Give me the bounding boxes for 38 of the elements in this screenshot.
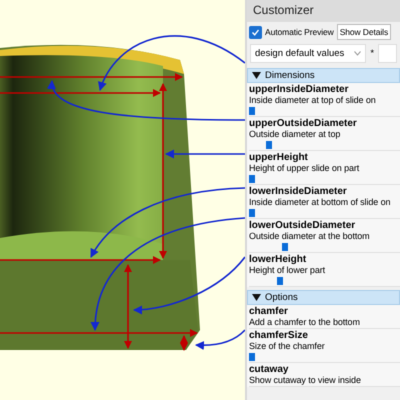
parameter-description: Inside diameter at bottom of slide on [249,197,392,208]
parameter-name: chamferSize [249,330,309,341]
parameter-description: Height of lower part [249,265,326,276]
slider-thumb[interactable] [249,107,255,115]
detail-dropdown[interactable]: Show Details [336,24,392,40]
slider-thumb[interactable] [276,277,283,285]
parameter-name: lowerHeight [249,254,308,265]
group-header[interactable]: Dimensions [247,68,400,83]
slider-thumb[interactable] [249,175,255,183]
parameter-description: Size of the chamfer [249,341,326,352]
parameter-name: lowerInsideDiameter [249,186,348,197]
parameter-description: Outside diameter at top [249,129,342,140]
parameter-name: upperHeight [249,152,309,163]
slider-thumb[interactable] [249,353,255,361]
parameter-description: Height of upper slide on part [249,163,360,174]
parameter-description: Add a chamfer to the bottom [249,317,361,328]
preview-checkbox[interactable] [249,26,262,38]
parameter-name: lowerOutsideDiameter [249,220,356,231]
preview-label: Automatic Preview [265,27,334,37]
parameter-name: upperInsideDiameter [249,84,350,95]
parameter-description: Outside diameter at the bottom [249,231,371,242]
parameter-description: Inside diameter at top of slide on [249,95,377,106]
triangle-icon [252,72,261,79]
preset-dropdown[interactable]: design default values [250,44,366,63]
preset-field[interactable] [378,44,397,63]
triangle-icon [252,294,261,301]
chevron-icon [354,51,362,56]
group-header[interactable]: Options [247,290,400,305]
parameter-name: upperOutsideDiameter [249,118,358,129]
parameter-name: cutaway [249,364,290,375]
parameter-description: Show cutaway to view inside [249,375,362,386]
slider-thumb[interactable] [266,141,272,149]
slider-thumb[interactable] [249,209,255,217]
panel-title: Customizer [247,0,400,22]
modified-mark: * [370,48,374,59]
parameter-name: chamfer [249,306,289,317]
slider-thumb[interactable] [282,243,288,251]
checkmark-icon [251,28,260,36]
